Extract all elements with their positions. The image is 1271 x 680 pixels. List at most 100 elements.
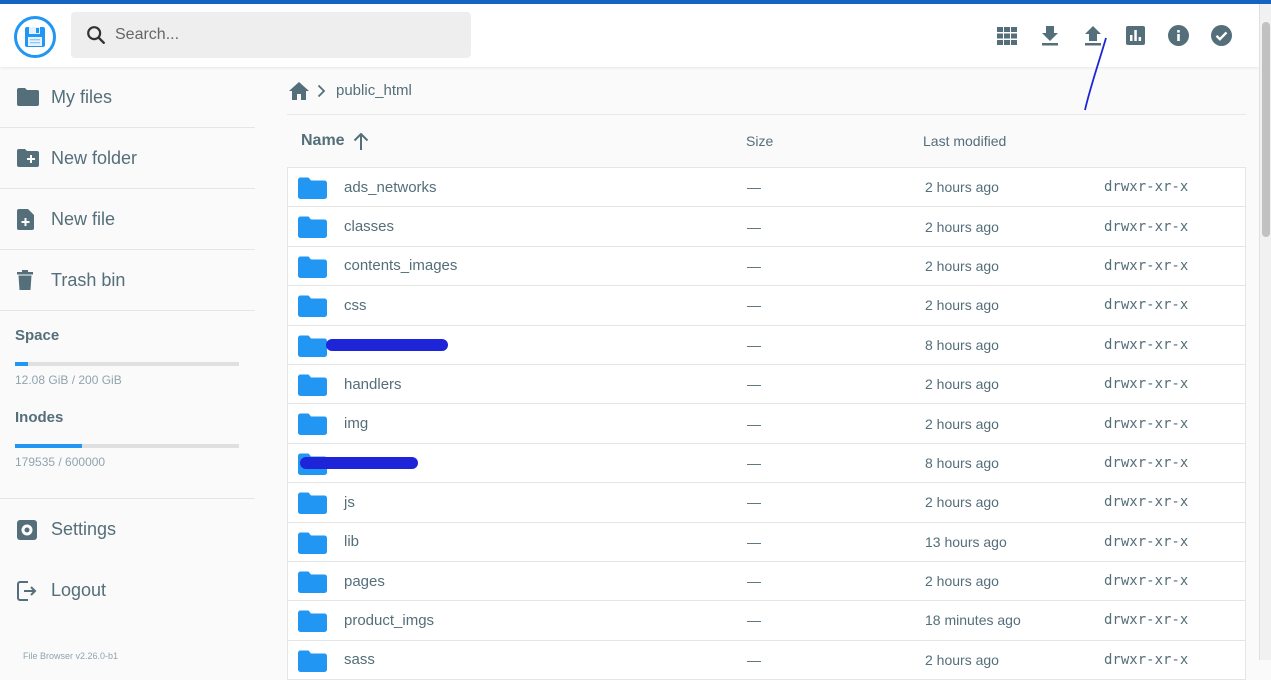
folder-icon bbox=[298, 650, 327, 677]
file-name: ads_networks bbox=[344, 178, 437, 196]
table-header: Name Size Last modified bbox=[287, 115, 1246, 167]
folder-icon bbox=[298, 571, 327, 598]
folder-icon bbox=[298, 256, 327, 283]
file-permissions: drwxr-xr-x bbox=[1104, 533, 1189, 550]
app-logo[interactable] bbox=[14, 16, 56, 58]
table-row[interactable]: css — 2 hours ago drwxr-xr-x bbox=[287, 286, 1246, 326]
file-permissions: drwxr-xr-x bbox=[1104, 179, 1189, 196]
file-modified: 2 hours ago bbox=[925, 415, 999, 432]
inodes-value: 179535 / 600000 bbox=[15, 455, 106, 469]
sort-by-modified[interactable]: Last modified bbox=[923, 133, 1006, 149]
file-modified: 2 hours ago bbox=[925, 376, 999, 393]
table-row[interactable]: js — 2 hours ago drwxr-xr-x bbox=[287, 483, 1246, 523]
exit-icon bbox=[17, 580, 37, 601]
breadcrumb: public_html bbox=[287, 67, 1246, 115]
file-permissions: drwxr-xr-x bbox=[1104, 612, 1189, 629]
check-circle-icon bbox=[1211, 25, 1232, 46]
upload-button[interactable] bbox=[1071, 14, 1114, 57]
search-icon bbox=[87, 26, 105, 44]
sort-by-size[interactable]: Size bbox=[746, 133, 773, 149]
table-row[interactable]: pages — 2 hours ago drwxr-xr-x bbox=[287, 561, 1246, 602]
table-row[interactable]: img — 2 hours ago drwxr-xr-x bbox=[287, 404, 1246, 444]
table-row[interactable]: ads_networks — 2 hours ago drwxr-xr-x bbox=[287, 168, 1246, 208]
file-modified: 18 minutes ago bbox=[925, 612, 1021, 629]
chart-icon bbox=[1126, 26, 1145, 45]
search-input[interactable] bbox=[115, 26, 455, 44]
create-new-folder-icon bbox=[17, 149, 39, 167]
file-size: — bbox=[747, 257, 761, 274]
sidebar: My files New folder New file Trash bin S… bbox=[0, 67, 255, 661]
table-row[interactable]: — 8 hours ago drwxr-xr-x bbox=[287, 443, 1246, 484]
file-size: — bbox=[747, 376, 761, 393]
file-name: product_imgs bbox=[344, 611, 435, 629]
sidebar-item-trash[interactable]: Trash bin bbox=[0, 250, 255, 311]
sidebar-item-logout[interactable]: Logout bbox=[0, 560, 255, 621]
file-size: — bbox=[747, 533, 761, 550]
file-rows: ads_networks — 2 hours ago drwxr-xr-x classe… bbox=[287, 167, 1246, 680]
file-name: img bbox=[344, 415, 369, 433]
breadcrumb-current[interactable]: public_html bbox=[336, 82, 412, 99]
sidebar-item-new-file[interactable]: New file bbox=[0, 189, 255, 250]
file-size: — bbox=[747, 179, 761, 196]
file-modified: 2 hours ago bbox=[925, 218, 999, 235]
sort-by-name[interactable]: Name bbox=[301, 132, 369, 150]
file-modified: 2 hours ago bbox=[925, 573, 999, 590]
header bbox=[0, 4, 1259, 67]
inodes-progress-bar bbox=[15, 444, 239, 448]
table-row[interactable]: sass —2 hours ago drwxr-xr-x bbox=[287, 640, 1246, 680]
sidebar-item-label: Logout bbox=[51, 580, 107, 600]
page-scrollbar[interactable] bbox=[1259, 4, 1271, 660]
inodes-label: Inodes bbox=[15, 409, 64, 426]
table-row[interactable]: classes — 2 hours ago drwxr-xr-x bbox=[287, 207, 1246, 247]
file-permissions: drwxr-xr-x bbox=[1104, 376, 1189, 393]
file-modified: 2 hours ago bbox=[925, 494, 999, 511]
usage-chart-button[interactable] bbox=[1114, 14, 1157, 57]
table-row[interactable]: product_imgs — 18 minutes ago drwxr-xr-x bbox=[287, 601, 1246, 641]
scrollbar-thumb[interactable] bbox=[1262, 22, 1270, 237]
folder-icon bbox=[298, 413, 327, 440]
sidebar-item-new-folder[interactable]: New folder bbox=[0, 128, 255, 189]
file-permissions: drwxr-xr-x bbox=[1104, 454, 1189, 471]
sidebar-item-my-files[interactable]: My files bbox=[0, 67, 255, 128]
file-size: — bbox=[747, 336, 761, 353]
file-name: lib bbox=[344, 533, 360, 551]
file-size: — bbox=[747, 218, 761, 235]
sidebar-item-label: Trash bin bbox=[51, 269, 126, 290]
select-mode-button[interactable] bbox=[1200, 14, 1243, 57]
sidebar-item-label: New folder bbox=[51, 147, 138, 168]
file-size: — bbox=[747, 612, 761, 629]
file-size: — bbox=[747, 415, 761, 432]
redaction-scribble bbox=[326, 338, 448, 351]
download-icon bbox=[1041, 25, 1058, 45]
file-permissions: drwxr-xr-x bbox=[1104, 494, 1189, 511]
sidebar-item-settings[interactable]: Settings bbox=[0, 499, 255, 560]
table-row[interactable]: — 8 hours ago drwxr-xr-x bbox=[287, 325, 1246, 365]
search-box[interactable] bbox=[71, 12, 471, 58]
table-row[interactable]: handlers — 2 hours ago drwxr-xr-x bbox=[287, 364, 1246, 405]
grid-view-button[interactable] bbox=[985, 14, 1028, 57]
file-name: classes bbox=[344, 218, 395, 236]
sidebar-item-label: My files bbox=[51, 86, 113, 107]
file-name: pages bbox=[344, 572, 385, 590]
grid-view-icon bbox=[996, 26, 1017, 45]
folder-icon bbox=[17, 88, 39, 106]
download-button[interactable] bbox=[1028, 14, 1071, 57]
info-button[interactable] bbox=[1157, 14, 1200, 57]
table-row[interactable]: contents_images — 2 hours ago drwxr-xr-x bbox=[287, 246, 1246, 287]
file-size: — bbox=[747, 573, 761, 590]
file-name: contents_images bbox=[344, 257, 458, 275]
file-permissions: drwxr-xr-x bbox=[1104, 257, 1189, 274]
space-value: 12.08 GiB / 200 GiB bbox=[15, 373, 122, 387]
folder-icon bbox=[298, 335, 327, 362]
sidebar-item-label: Settings bbox=[51, 519, 117, 539]
file-listing: public_html Name Size Last modified ads_… bbox=[287, 67, 1246, 680]
table-row[interactable]: lib — 13 hours ago drwxr-xr-x bbox=[287, 522, 1246, 562]
file-modified: 13 hours ago bbox=[925, 533, 1007, 550]
file-size: — bbox=[747, 297, 761, 314]
folder-icon bbox=[298, 216, 327, 243]
file-modified: 8 hours ago bbox=[925, 336, 999, 353]
toolbar-actions bbox=[985, 4, 1243, 67]
home-icon bbox=[289, 81, 309, 100]
breadcrumb-home[interactable] bbox=[289, 81, 309, 100]
file-size: — bbox=[747, 454, 761, 471]
